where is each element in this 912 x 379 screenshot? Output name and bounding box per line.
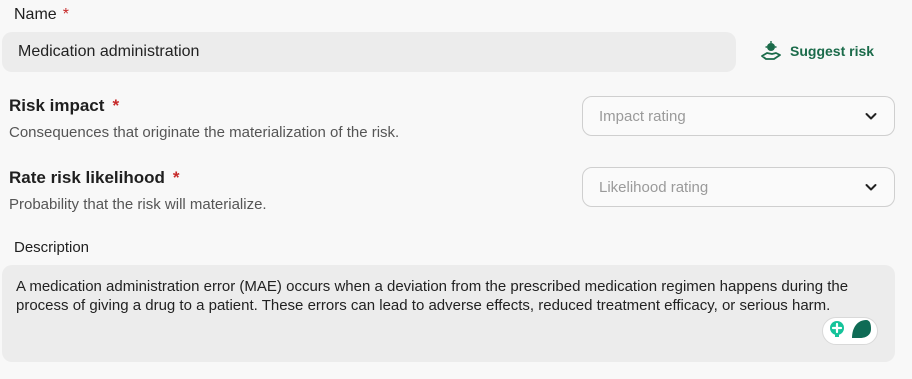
suggest-risk-button[interactable]: Suggest risk — [760, 36, 874, 66]
impact-rating-select[interactable]: Impact rating — [582, 96, 895, 136]
name-label: Name * — [14, 6, 69, 24]
required-asterisk: * — [112, 96, 120, 115]
description-textarea[interactable]: A medication administration error (MAE) … — [2, 265, 895, 362]
chevron-down-icon — [864, 109, 878, 123]
risk-impact-title: Risk impact * — [9, 96, 119, 116]
impact-rating-placeholder: Impact rating — [599, 107, 686, 125]
likelihood-subtitle: Probability that the risk will materiali… — [9, 196, 267, 213]
hand-sparkle-icon — [760, 40, 782, 62]
bulb-icon — [828, 320, 846, 343]
likelihood-rating-select[interactable]: Likelihood rating — [582, 167, 895, 207]
likelihood-title: Rate risk likelihood * — [9, 168, 180, 188]
chevron-down-icon — [864, 180, 878, 194]
leaf-icon — [850, 319, 872, 344]
likelihood-title-text: Rate risk likelihood — [9, 168, 165, 187]
risk-impact-subtitle: Consequences that originate the material… — [9, 124, 400, 141]
risk-form: Name * Medication administration Suggest … — [0, 0, 912, 379]
name-label-text: Name — [14, 6, 57, 23]
writing-assistant-widget[interactable] — [822, 317, 878, 345]
name-input-value: Medication administration — [18, 43, 200, 60]
risk-impact-title-text: Risk impact — [9, 96, 105, 115]
description-text: A medication administration error (MAE) … — [16, 278, 849, 314]
required-asterisk: * — [62, 6, 69, 23]
likelihood-rating-placeholder: Likelihood rating — [599, 178, 709, 196]
description-label: Description — [14, 239, 90, 256]
suggest-risk-label: Suggest risk — [790, 43, 875, 59]
name-input[interactable]: Medication administration — [2, 32, 736, 72]
required-asterisk: * — [172, 168, 180, 187]
